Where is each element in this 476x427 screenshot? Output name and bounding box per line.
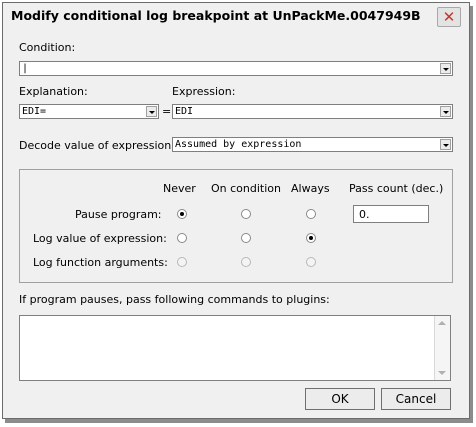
column-on-condition: On condition xyxy=(211,182,281,195)
pause-never-radio[interactable] xyxy=(177,209,187,219)
pass-count-input[interactable]: 0. xyxy=(353,205,429,223)
dialog-title: Modify conditional log breakpoint at UnP… xyxy=(11,8,421,23)
column-never: Never xyxy=(163,182,196,195)
log-args-always-radio xyxy=(306,257,316,267)
expression-value: EDI xyxy=(175,106,194,117)
condition-dropdown-icon[interactable] xyxy=(440,63,451,74)
title-bar: Modify conditional log breakpoint at UnP… xyxy=(3,3,469,29)
log-value-never-radio[interactable] xyxy=(177,233,187,243)
scroll-down-icon[interactable] xyxy=(438,371,446,375)
decode-combo[interactable]: Assumed by expression xyxy=(172,137,453,152)
column-pass-count: Pass count (dec.) xyxy=(349,182,444,195)
row-pause-program-label: Pause program: xyxy=(75,208,162,221)
row-log-value-label: Log value of expression: xyxy=(33,232,167,245)
plugins-scrollbar[interactable] xyxy=(434,316,450,380)
log-args-never-radio xyxy=(177,257,187,267)
log-value-on-condition-radio[interactable] xyxy=(241,233,251,243)
plugins-label: If program pauses, pass following comman… xyxy=(19,293,330,306)
close-button[interactable]: ✕ xyxy=(437,7,461,27)
decode-label: Decode value of expression as: xyxy=(19,139,191,152)
decode-value: Assumed by expression xyxy=(175,139,302,150)
explanation-combo[interactable]: EDI= xyxy=(19,104,159,119)
dialog-window: Modify conditional log breakpoint at UnP… xyxy=(2,2,470,419)
row-log-args-label: Log function arguments: xyxy=(33,256,168,269)
pause-on-condition-radio[interactable] xyxy=(241,209,251,219)
scroll-up-icon[interactable] xyxy=(438,321,446,325)
cancel-button[interactable]: Cancel xyxy=(381,388,451,410)
explanation-label: Explanation: xyxy=(19,85,88,98)
condition-value: | xyxy=(22,63,29,74)
ok-button[interactable]: OK xyxy=(305,388,375,410)
condition-combo[interactable]: | xyxy=(19,61,453,76)
log-value-always-radio[interactable] xyxy=(306,233,316,243)
plugins-commands-textarea[interactable] xyxy=(19,315,451,381)
expression-dropdown-icon[interactable] xyxy=(440,106,451,117)
condition-label: Condition: xyxy=(19,41,76,54)
explanation-dropdown-icon[interactable] xyxy=(146,106,157,117)
equals-sign: = xyxy=(162,105,172,118)
column-always: Always xyxy=(291,182,330,195)
explanation-value: EDI= xyxy=(22,106,47,117)
pass-count-value: 0. xyxy=(359,208,370,221)
log-args-on-condition-radio xyxy=(241,257,251,267)
expression-combo[interactable]: EDI xyxy=(172,104,453,119)
decode-dropdown-icon[interactable] xyxy=(440,139,451,150)
expression-label: Expression: xyxy=(172,85,236,98)
pause-always-radio[interactable] xyxy=(306,209,316,219)
